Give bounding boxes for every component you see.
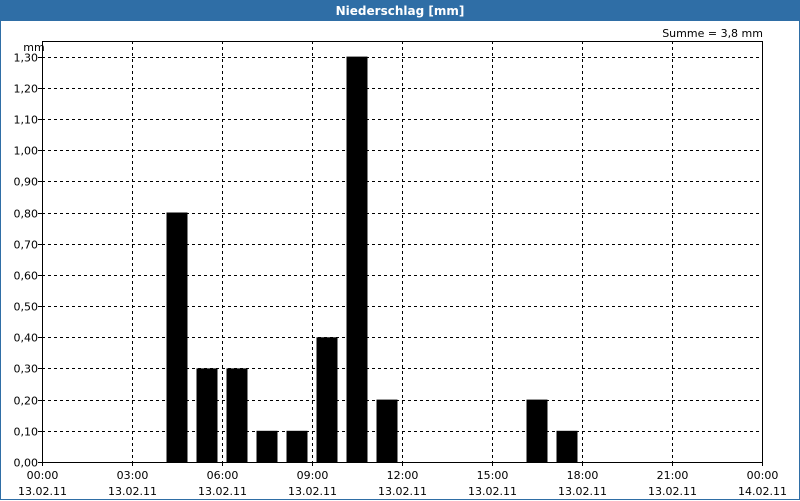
label-layer: 0,00 0,10 0,20 0,30 0,40 0,50 0,60 0,70 0,80 0,90… — [14, 52, 787, 499]
x-tick-date: 14.02.11 — [738, 485, 787, 498]
x-tick-time: 21:00 — [657, 469, 689, 482]
x-tick-date: 13.02.11 — [648, 485, 697, 498]
x-tick-date: 13.02.11 — [18, 485, 67, 498]
y-tick-label: 0,20 — [14, 395, 39, 408]
x-tick-time: 09:00 — [297, 469, 329, 482]
precipitation-bar — [526, 399, 548, 462]
x-tick-date: 13.02.11 — [198, 485, 247, 498]
y-tick-label: 0,80 — [14, 208, 39, 221]
x-tick-date: 13.02.11 — [288, 485, 337, 498]
precipitation-bar — [316, 337, 338, 462]
chart-window: Niederschlag [mm] mm Summe = 3,8 mm 0,00… — [0, 0, 800, 500]
sum-label: Summe = 3,8 mm — [662, 27, 763, 40]
x-tick-time: 12:00 — [387, 469, 419, 482]
x-tick-time: 03:00 — [117, 469, 149, 482]
y-tick-label: 0,10 — [14, 426, 39, 439]
x-tick-time: 00:00 — [27, 469, 59, 482]
y-tick-label: 0,40 — [14, 332, 39, 345]
x-tick-date: 13.02.11 — [108, 485, 157, 498]
precipitation-bar — [286, 430, 308, 462]
y-tick-label: 0,60 — [14, 270, 39, 283]
precipitation-chart: mm Summe = 3,8 mm 0,000,100,200,300,400,… — [14, 27, 787, 499]
y-tick-label: 1,20 — [14, 83, 39, 96]
x-tick-time: 06:00 — [207, 469, 239, 482]
precipitation-bar — [196, 368, 218, 462]
x-tick-date: 13.02.11 — [468, 485, 517, 498]
x-tick-date: 13.02.11 — [378, 485, 427, 498]
y-tick-label: 0,30 — [14, 363, 39, 376]
precipitation-bar — [226, 368, 248, 462]
y-tick-label: 1,00 — [14, 145, 39, 158]
x-tick-date: 13.02.11 — [558, 485, 607, 498]
grid-layer — [42, 41, 762, 462]
precipitation-bar — [166, 212, 188, 462]
precipitation-bar — [556, 430, 578, 462]
x-tick-time: 18:00 — [567, 469, 599, 482]
bar-layer — [166, 56, 578, 462]
precipitation-bar — [376, 399, 398, 462]
x-tick-time: 15:00 — [477, 469, 509, 482]
y-tick-label: 0,50 — [14, 301, 39, 314]
precipitation-bar — [346, 56, 368, 462]
precipitation-bar — [256, 430, 278, 462]
y-tick-label: 0,70 — [14, 239, 39, 252]
y-tick-label: 1,30 — [14, 52, 39, 65]
x-tick-time: 00:00 — [747, 469, 779, 482]
axis-layer — [38, 41, 763, 466]
y-tick-label: 0,90 — [14, 176, 39, 189]
y-tick-label: 1,10 — [14, 114, 39, 127]
y-tick-label: 0,00 — [14, 457, 39, 470]
